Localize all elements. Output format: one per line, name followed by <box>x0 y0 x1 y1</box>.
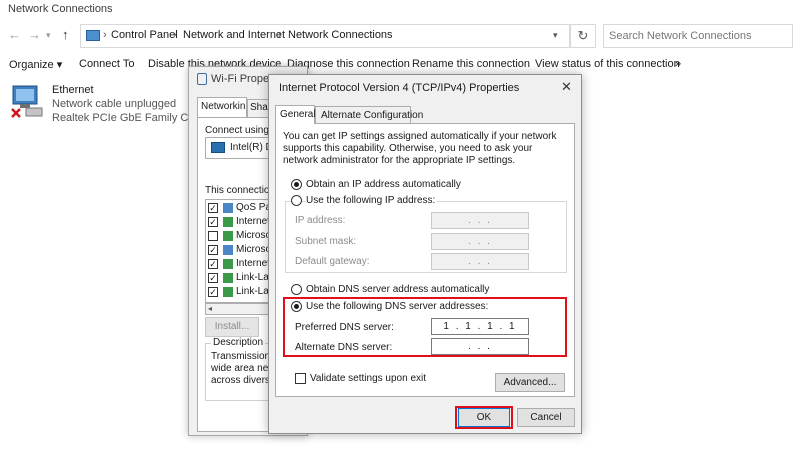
default-gateway-input[interactable]: . . . <box>431 253 529 270</box>
breadcrumb-chevron-icon: › <box>278 29 282 41</box>
subnet-mask-label: Subnet mask: <box>295 236 357 247</box>
obtain-dns-auto-label[interactable]: Obtain DNS server address automatically <box>306 284 489 295</box>
rename-button[interactable]: Rename this connection <box>412 58 530 70</box>
validate-label[interactable]: Validate settings upon exit <box>310 373 426 384</box>
item-checkbox[interactable]: ✓ <box>208 217 218 227</box>
obtain-dns-auto-radio[interactable] <box>291 284 302 295</box>
obtain-ip-auto-radio[interactable] <box>291 179 302 190</box>
alternate-dns-input[interactable]: . . . <box>431 338 529 355</box>
organize-menu[interactable]: Organize ▾ <box>9 58 62 71</box>
component-icon <box>223 203 233 213</box>
description-label: Description <box>211 337 266 348</box>
tab-alternate-configuration[interactable]: Alternate Configuration <box>315 106 423 124</box>
ok-button[interactable]: OK <box>458 408 510 427</box>
validate-checkbox[interactable] <box>295 373 306 384</box>
window-titlebar: Network Connections <box>0 0 800 18</box>
item-checkbox[interactable]: ✓ <box>208 203 218 213</box>
window-title: Network Connections <box>8 3 113 15</box>
use-following-ip-radio[interactable] <box>291 195 302 206</box>
forward-arrow-icon[interactable]: → <box>28 27 41 42</box>
advanced-button[interactable]: Advanced... <box>495 373 565 392</box>
recent-chevron-icon[interactable]: ▾ <box>46 30 51 41</box>
component-icon <box>223 287 233 297</box>
tab-networking[interactable]: Networking <box>197 97 247 117</box>
use-following-ip-label[interactable]: Use the following IP address: <box>306 195 438 206</box>
cancel-button[interactable]: Cancel <box>517 408 575 427</box>
component-icon <box>223 245 233 255</box>
search-input[interactable]: Search Network Connections <box>603 24 793 48</box>
ip-address-input[interactable]: . . . <box>431 212 529 229</box>
preferred-dns-label: Preferred DNS server: <box>295 322 394 333</box>
network-card-icon <box>211 142 225 153</box>
adapter-name: Ethernet <box>52 84 94 96</box>
connect-using-label: Connect using: <box>205 125 272 136</box>
breadcrumb-network-connections[interactable]: Network Connections <box>288 29 393 41</box>
component-icon <box>223 259 233 269</box>
obtain-ip-auto-label[interactable]: Obtain an IP address automatically <box>306 179 461 190</box>
component-icon <box>223 231 233 241</box>
intro-text: You can get IP settings assigned automat… <box>283 131 557 166</box>
address-bar[interactable]: › Control Panel › Network and Internet ›… <box>80 24 570 48</box>
description-line: wide area net <box>211 363 272 374</box>
command-bar: Organize ▾ Connect To Disable this netwo… <box>0 54 800 74</box>
wifi-dialog-title: Wi-Fi Propert <box>211 73 276 85</box>
component-icon <box>223 217 233 227</box>
component-icon <box>223 273 233 283</box>
refresh-icon[interactable]: ↻ <box>570 24 596 48</box>
item-label: Internet <box>236 216 270 227</box>
ipv4-dialog-title: Internet Protocol Version 4 (TCP/IPv4) P… <box>279 82 520 94</box>
install-button[interactable]: Install... <box>205 317 259 337</box>
wifi-properties-icon <box>197 73 207 85</box>
more-commands-button[interactable]: » <box>675 58 681 70</box>
item-label: Internet <box>236 258 270 269</box>
item-label: Microso <box>236 230 272 241</box>
breadcrumb-network-internet[interactable]: Network and Internet <box>183 29 285 41</box>
tab-general[interactable]: General <box>275 105 316 124</box>
subnet-mask-input[interactable]: . . . <box>431 233 529 250</box>
connect-to-button[interactable]: Connect To <box>79 58 134 70</box>
control-panel-icon <box>86 30 100 41</box>
item-checkbox[interactable]: ✓ <box>208 259 218 269</box>
address-row: ← → ▾ ↑ › Control Panel › Network and In… <box>0 18 800 52</box>
breadcrumb-control-panel[interactable]: Control Panel <box>111 29 178 41</box>
item-checkbox[interactable] <box>208 231 218 241</box>
back-arrow-icon[interactable]: ← <box>8 27 21 42</box>
description-line: across diverse <box>211 375 276 386</box>
use-following-dns-radio[interactable] <box>291 301 302 312</box>
scroll-left-icon[interactable]: ◂ <box>208 304 212 313</box>
breadcrumb-chevron-icon: › <box>103 29 107 41</box>
address-dropdown-icon[interactable]: ▾ <box>553 30 558 41</box>
item-checkbox[interactable]: ✓ <box>208 245 218 255</box>
adapter-status: Network cable unplugged <box>52 98 177 110</box>
ipv4-properties-dialog: Internet Protocol Version 4 (TCP/IPv4) P… <box>268 74 582 434</box>
item-label: QoS Pa <box>236 202 272 213</box>
alternate-dns-label: Alternate DNS server: <box>295 342 393 353</box>
default-gateway-label: Default gateway: <box>295 256 370 267</box>
preferred-dns-input[interactable]: 1 . 1 . 1 . 1 <box>431 318 529 335</box>
item-label: Microso <box>236 244 272 255</box>
view-status-button[interactable]: View status of this connection <box>535 58 680 70</box>
tab-sharing[interactable]: Shar <box>247 99 269 117</box>
ethernet-adapter-icon[interactable] <box>10 84 46 120</box>
close-icon[interactable]: ✕ <box>561 79 572 95</box>
up-arrow-icon[interactable]: ↑ <box>62 27 69 42</box>
breadcrumb-chevron-icon: › <box>173 29 177 41</box>
ip-address-label: IP address: <box>295 215 346 226</box>
use-following-dns-label[interactable]: Use the following DNS server addresses: <box>306 301 488 312</box>
item-checkbox[interactable]: ✓ <box>208 287 218 297</box>
item-checkbox[interactable]: ✓ <box>208 273 218 283</box>
